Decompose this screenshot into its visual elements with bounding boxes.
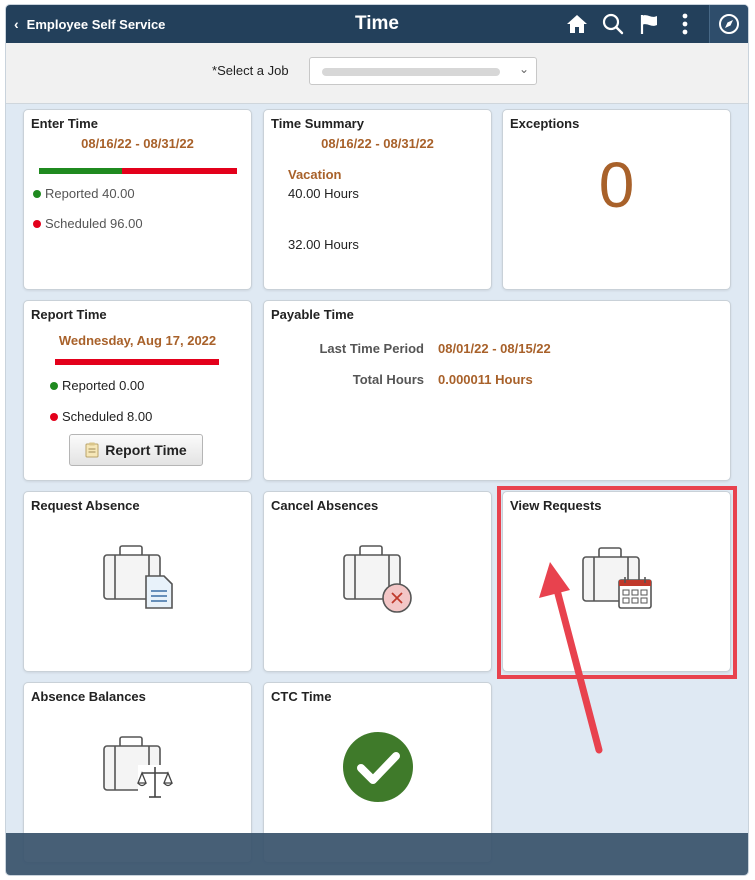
tile-enter-time[interactable]: Enter Time 08/16/22 - 08/31/22 Reported … — [23, 109, 252, 290]
tile-title: Request Absence — [31, 498, 140, 513]
briefcase-document-icon — [103, 545, 173, 609]
period-date: 08/16/22 - 08/31/22 — [321, 136, 434, 151]
period-date: 08/16/22 - 08/31/22 — [81, 136, 194, 151]
briefcase-scale-icon — [103, 736, 173, 799]
tile-title: Exceptions — [510, 116, 580, 131]
tile-title: Absence Balances — [31, 689, 146, 704]
reported-hours: Reported 40.00 — [45, 186, 135, 201]
briefcase-calendar-icon — [582, 547, 652, 609]
green-dot-icon — [33, 189, 41, 198]
hours-progress-bar — [55, 359, 219, 365]
tile-time-summary[interactable]: Time Summary 08/16/22 - 08/31/22 Vacatio… — [263, 109, 492, 290]
tile-payable-time[interactable]: Payable Time Last Time Period 08/01/22 -… — [263, 300, 731, 481]
briefcase-cancel-icon — [343, 545, 412, 613]
green-dot-icon — [50, 381, 58, 390]
clipboard-icon — [85, 442, 99, 458]
last-period-label: Last Time Period — [319, 341, 424, 356]
tile-cancel-absences[interactable]: Cancel Absences — [263, 491, 492, 672]
job-dropdown[interactable]: ⌄ — [309, 57, 537, 85]
tile-title: Enter Time — [31, 116, 98, 131]
job-value-redacted — [322, 68, 500, 76]
job-selector-bar: *Select a Job ⌄ — [6, 43, 748, 104]
bottom-bar — [6, 833, 748, 875]
tile-title: Report Time — [31, 307, 107, 322]
tile-report-time[interactable]: Report Time Wednesday, Aug 17, 2022 Repo… — [23, 300, 252, 481]
legend-scheduled: Scheduled 96.00 — [33, 216, 143, 231]
scheduled-hours: Scheduled 96.00 — [45, 216, 143, 231]
absence-category: Vacation — [288, 167, 342, 182]
red-dot-icon — [50, 412, 58, 421]
tile-title: View Requests — [510, 498, 602, 513]
report-time-button[interactable]: Report Time — [69, 434, 203, 466]
tile-title: CTC Time — [271, 689, 332, 704]
legend-scheduled: Scheduled 8.00 — [50, 409, 152, 424]
search-icon[interactable] — [595, 5, 631, 43]
hours-value: 32.00 Hours — [288, 237, 359, 252]
tile-title: Cancel Absences — [271, 498, 379, 513]
select-job-text: Select a Job — [217, 63, 289, 78]
tile-exceptions[interactable]: Exceptions 0 — [502, 109, 731, 290]
last-period-value: 08/01/22 - 08/15/22 — [438, 341, 551, 356]
app-frame: ‹ Employee Self Service Time *Select a J… — [6, 5, 748, 875]
compass-icon[interactable] — [709, 5, 748, 43]
chevron-left-icon: ‹ — [14, 16, 19, 32]
legend-reported: Reported 40.00 — [33, 186, 135, 201]
home-icon[interactable] — [559, 5, 595, 43]
legend-reported: Reported 0.00 — [50, 378, 144, 393]
check-circle-icon — [343, 732, 413, 802]
back-label: Employee Self Service — [26, 16, 166, 32]
reported-hours: Reported 0.00 — [62, 378, 145, 393]
total-hours-label: Total Hours — [352, 372, 424, 387]
hours-progress-bar — [39, 168, 237, 174]
tile-title: Time Summary — [271, 116, 364, 131]
chevron-down-icon: ⌄ — [518, 62, 529, 76]
report-time-label: Report Time — [105, 442, 187, 458]
tile-view-requests[interactable]: View Requests — [502, 491, 731, 672]
scheduled-hours: Scheduled 8.00 — [62, 409, 153, 424]
report-date: Wednesday, Aug 17, 2022 — [58, 333, 217, 348]
exceptions-count: 0 — [598, 149, 635, 221]
red-dot-icon — [33, 219, 41, 228]
select-job-label: *Select a Job — [212, 63, 289, 78]
hours-value: 40.00 Hours — [288, 186, 359, 201]
more-vert-icon[interactable] — [667, 5, 703, 43]
total-hours-value: 0.000011 Hours — [438, 372, 533, 387]
flag-icon[interactable] — [631, 5, 667, 43]
header-actions — [559, 5, 748, 43]
app-header: ‹ Employee Self Service Time — [6, 5, 748, 43]
back-button[interactable]: ‹ Employee Self Service — [14, 5, 165, 43]
tile-title: Payable Time — [271, 307, 354, 322]
tile-request-absence[interactable]: Request Absence — [23, 491, 252, 672]
